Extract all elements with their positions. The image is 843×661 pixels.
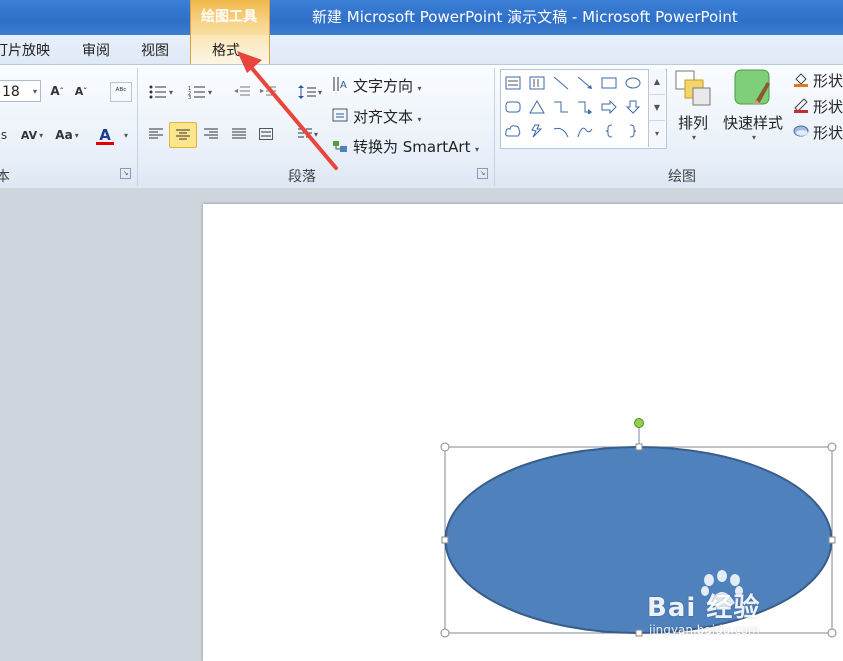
resize-handle[interactable]: [635, 443, 643, 451]
drawing-group-label: 绘图: [668, 169, 696, 185]
resize-handle[interactable]: [441, 536, 449, 544]
triangle-shape-icon[interactable]: [527, 97, 547, 117]
shape-outline-label[interactable]: 形状: [813, 96, 843, 117]
align-text-label: 对齐文本: [353, 108, 414, 126]
lightning-shape-icon[interactable]: [527, 121, 547, 141]
elbow-arrow-connector-shape-icon[interactable]: [575, 97, 595, 117]
rotation-handle[interactable]: [634, 418, 644, 428]
character-spacing-icon[interactable]: AV ▾: [18, 126, 46, 144]
gallery-scrollbar[interactable]: ▲ ▼ ▾: [648, 69, 665, 147]
resize-handle[interactable]: [440, 442, 450, 452]
font-size-box[interactable]: 18 ▾: [0, 80, 41, 102]
ribbon-tab-row: [0, 35, 843, 65]
line-shape-icon[interactable]: [551, 73, 571, 93]
drawing-tools-label: 绘图工具: [201, 9, 257, 25]
bullets-icon[interactable]: ▾: [146, 83, 176, 101]
decrease-indent-icon[interactable]: [232, 83, 252, 101]
textbox-shape-icon[interactable]: [503, 73, 523, 93]
watermark-text: Bai 经验: [647, 593, 761, 623]
chevron-down-icon: ▾: [691, 133, 696, 142]
align-center-icon[interactable]: [169, 122, 197, 148]
curve-shape-icon[interactable]: [575, 121, 595, 141]
group-divider: [137, 68, 138, 186]
resize-handle[interactable]: [827, 628, 837, 638]
tab-format[interactable]: 格式: [212, 40, 240, 60]
text-direction-label: 文字方向: [353, 77, 414, 95]
arc-shape-icon[interactable]: [551, 121, 571, 141]
clear-format-icon[interactable]: ᴬᴮᶜ: [110, 82, 132, 102]
chevron-down-icon: ▾: [472, 145, 480, 154]
justify-icon[interactable]: [229, 124, 249, 144]
shape-fill-label[interactable]: 形状: [813, 70, 843, 91]
align-text-icon[interactable]: [331, 106, 349, 124]
dialog-launcher-icon[interactable]: ↘: [477, 168, 488, 179]
rectangle-shape-icon[interactable]: [599, 73, 619, 93]
arrange-label: 排列: [677, 114, 708, 132]
tab-slideshow[interactable]: 灯片放映: [0, 40, 50, 60]
watermark-url: jingyan.baidu.com: [649, 623, 760, 637]
cloud-shape-icon[interactable]: [503, 121, 523, 141]
distributed-icon[interactable]: [256, 124, 276, 144]
chevron-down-icon: ▾: [415, 84, 422, 93]
align-left-icon[interactable]: [146, 124, 166, 144]
smartart-icon[interactable]: [331, 137, 349, 155]
font-size-value: 18: [2, 84, 20, 100]
svg-text:3: 3: [188, 95, 191, 99]
text-direction-button[interactable]: 文字方向 ▾: [353, 75, 422, 96]
gallery-expand-icon[interactable]: ▾: [649, 121, 665, 146]
oval-shape-icon[interactable]: [623, 73, 643, 93]
group-divider: [494, 68, 495, 186]
left-brace-shape-icon[interactable]: [599, 121, 619, 141]
align-right-icon[interactable]: [201, 124, 221, 144]
rounded-rect-shape-icon[interactable]: [503, 97, 523, 117]
shape-effects-icon[interactable]: [792, 122, 810, 140]
chevron-down-icon: ▾: [751, 133, 756, 142]
text-direction-icon[interactable]: A: [331, 75, 349, 93]
shrink-font-icon[interactable]: Aˇ: [72, 82, 90, 100]
resize-handle[interactable]: [635, 629, 643, 637]
resize-handle[interactable]: [827, 442, 837, 452]
shape-fill-icon[interactable]: [792, 70, 810, 88]
chevron-down-icon: ▾: [32, 87, 37, 96]
arrange-button[interactable]: 排列 ▾: [672, 68, 714, 142]
numbering-icon[interactable]: 1 2 3 ▾: [184, 83, 216, 101]
tab-review[interactable]: 审阅: [82, 40, 110, 60]
align-text-button[interactable]: 对齐文本 ▾: [353, 106, 422, 127]
window-title: 新建 Microsoft PowerPoint 演示文稿 - Microsoft…: [312, 8, 738, 26]
arrow-line-shape-icon[interactable]: [575, 73, 595, 93]
scroll-up-icon[interactable]: ▲: [649, 69, 665, 95]
resize-handle[interactable]: [440, 628, 450, 638]
line-spacing-icon[interactable]: ▾: [296, 83, 324, 101]
arrange-icon: [675, 70, 711, 106]
chevron-down-icon[interactable]: ▾: [120, 128, 130, 142]
change-case-icon[interactable]: Aa ▾: [53, 126, 81, 144]
quick-styles-icon: [734, 69, 770, 105]
columns-icon[interactable]: ▾: [293, 124, 323, 144]
convert-smartart-label: 转换为 SmartArt: [353, 138, 471, 156]
dialog-launcher-icon[interactable]: ↘: [120, 168, 131, 179]
quick-styles-label: 快速样式: [722, 114, 783, 132]
shape-outline-icon[interactable]: [792, 96, 810, 114]
scroll-down-icon[interactable]: ▼: [649, 95, 665, 121]
baidu-jingyan-watermark: Bai 经验 jingyan.baidu.com: [647, 567, 807, 643]
shapes-gallery[interactable]: [500, 69, 667, 149]
chevron-down-icon: ▾: [415, 115, 422, 124]
font-group-label: 本: [0, 169, 10, 185]
char-spacing-partial-icon[interactable]: s: [0, 126, 10, 144]
font-color-icon[interactable]: A: [95, 124, 115, 146]
svg-text:A: A: [340, 80, 347, 91]
right-arrow-shape-icon[interactable]: [599, 97, 619, 117]
increase-indent-icon[interactable]: [258, 83, 278, 101]
right-brace-shape-icon[interactable]: [623, 121, 643, 141]
grow-font-icon[interactable]: Aˆ: [48, 82, 66, 100]
convert-smartart-button[interactable]: 转换为 SmartArt ▾: [353, 136, 479, 157]
shape-effects-label[interactable]: 形状: [813, 122, 843, 143]
elbow-connector-shape-icon[interactable]: [551, 97, 571, 117]
down-arrow-shape-icon[interactable]: [623, 97, 643, 117]
paragraph-group-label: 段落: [288, 169, 316, 185]
vertical-textbox-shape-icon[interactable]: [527, 73, 547, 93]
resize-handle[interactable]: [828, 536, 836, 544]
tab-view[interactable]: 视图: [141, 40, 169, 60]
quick-styles-button[interactable]: 快速样式 ▾: [720, 68, 786, 142]
